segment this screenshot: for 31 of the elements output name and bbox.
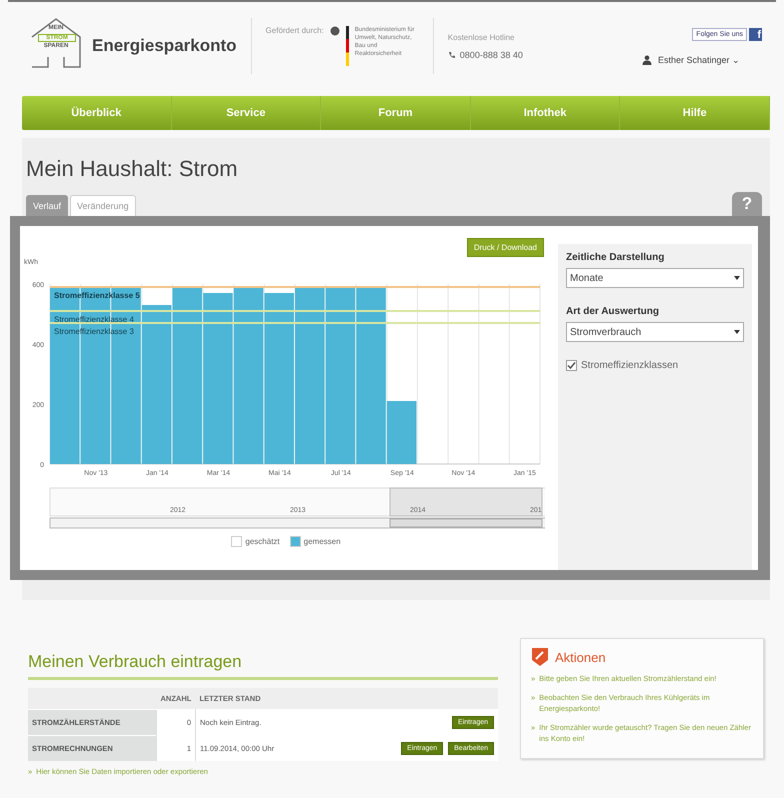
hotline-label: Kostenlose Hotline <box>448 32 516 42</box>
dropdown-arrow-icon <box>734 330 740 334</box>
nav-tab[interactable]: Infothek <box>470 96 620 130</box>
nav-tab[interactable]: Hilfe <box>620 96 770 130</box>
site-title: Energiesparkonto <box>92 36 237 56</box>
legend-label[interactable]: gemessen <box>304 537 341 546</box>
dropdown-arrow-icon <box>734 276 740 280</box>
analysis-select[interactable]: Stromverbrauch <box>566 322 744 342</box>
section-title: Meinen Verbrauch eintragen <box>28 652 498 680</box>
sponsor-label: Gefördert durch: <box>266 26 324 35</box>
user-menu[interactable]: Esther Schatinger ⌄ <box>658 54 740 64</box>
setting-label: Art der Auswertung <box>566 306 660 317</box>
setting-label: Zeitliche Darstellung <box>566 252 666 263</box>
nav-tab[interactable]: Überblick <box>22 96 172 130</box>
help-button[interactable]: ? <box>732 192 762 216</box>
card-title: Aktionen <box>555 650 606 664</box>
view-tab[interactable]: Veränderung <box>70 195 136 216</box>
nav-tab[interactable]: Forum <box>321 96 471 130</box>
user-icon <box>642 54 652 64</box>
hotline-number: 0800-888 38 40 <box>460 50 523 60</box>
period-select[interactable]: Monate <box>566 268 744 288</box>
checkbox[interactable] <box>566 360 577 371</box>
facebook-icon[interactable]: f <box>749 28 762 40</box>
legend-label[interactable]: geschätzt <box>245 537 280 546</box>
phone-icon <box>448 50 456 58</box>
page-title: Mein Haushalt: Strom <box>26 156 239 182</box>
download-button[interactable]: Druck / Download <box>466 238 544 257</box>
pencil-badge-icon <box>531 647 549 667</box>
checkbox-label: Stromeffizienzklassen <box>581 360 678 371</box>
view-tab[interactable]: Verlauf <box>26 195 68 216</box>
nav-tab[interactable]: Service <box>172 96 322 130</box>
